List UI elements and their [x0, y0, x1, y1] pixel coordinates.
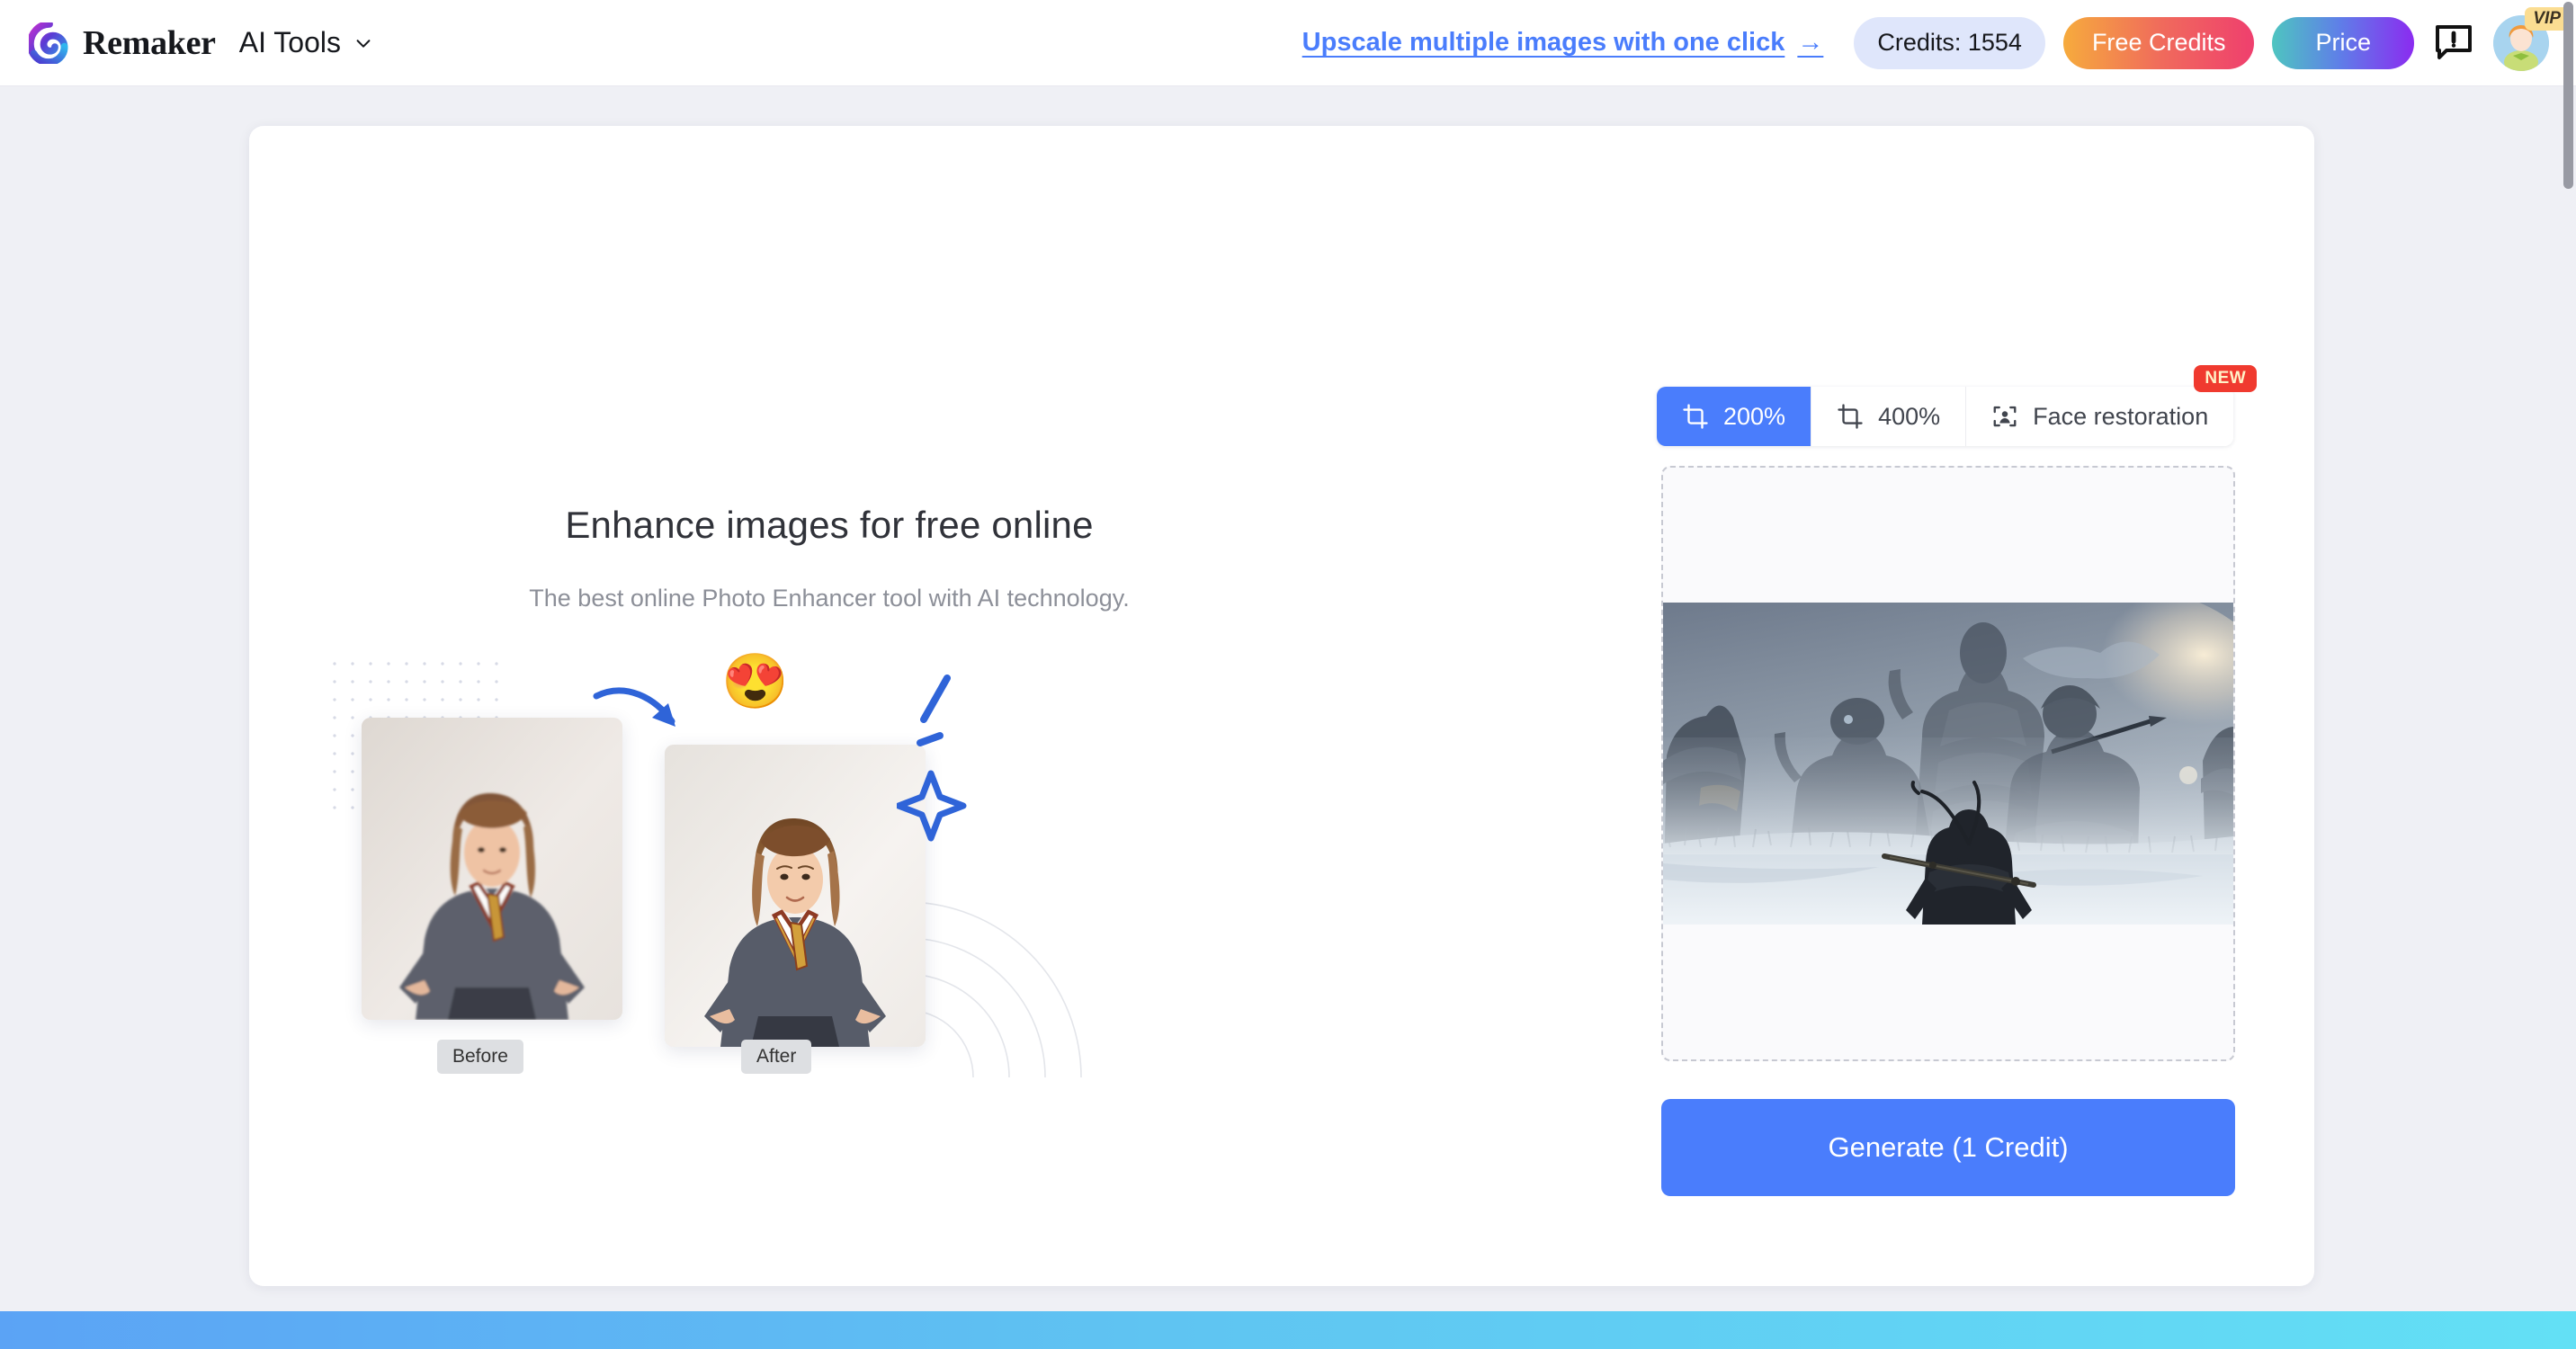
brand-name: Remaker [83, 23, 216, 62]
nav-ai-tools[interactable]: AI Tools [239, 26, 373, 59]
tab-400-label: 400% [1878, 402, 1941, 430]
page-title: Enhance images for free online [565, 504, 1094, 546]
promo-link-text: Upscale multiple images with one click [1301, 28, 1785, 57]
page-body: Enhance images for free online The best … [0, 86, 2576, 1349]
face-scan-icon [1991, 403, 2018, 430]
sparkle-icon [897, 674, 967, 842]
free-credits-label: Free Credits [2091, 29, 2226, 56]
page-scrollbar[interactable] [2562, 0, 2576, 1349]
new-badge: NEW [2194, 365, 2258, 392]
nav-ai-tools-label: AI Tools [238, 26, 341, 58]
brand[interactable]: Remaker [26, 20, 216, 66]
tab-400[interactable]: 400% [1811, 387, 1967, 446]
uploaded-image-preview [1663, 603, 2233, 925]
curved-arrow-icon [593, 687, 675, 727]
concentric-arcs-decoration-icon [906, 901, 1082, 1077]
tab-face-restoration-label: Face restoration [2033, 402, 2209, 430]
page-subtitle: The best online Photo Enhancer tool with… [529, 585, 1130, 612]
image-dropzone[interactable] [1661, 466, 2235, 1061]
after-label: After [741, 1040, 812, 1074]
promo-panel: Enhance images for free online The best … [276, 504, 1382, 1187]
bottom-gradient-strip [0, 1311, 2576, 1349]
tab-200-label: 200% [1723, 402, 1786, 430]
generate-button[interactable]: Generate (1 Credit) [1661, 1099, 2235, 1196]
generate-label: Generate (1 Credit) [1828, 1131, 2069, 1163]
price-button[interactable]: Price [2272, 16, 2414, 69]
crop-icon [1837, 403, 1864, 430]
upscale-mode-tabs: 200% 400% Face restoration NEW [1657, 365, 2258, 446]
after-photo [665, 745, 926, 1047]
arrow-right-icon: → [1797, 28, 1824, 57]
header-actions: Upscale multiple images with one click →… [1302, 6, 2569, 71]
free-credits-button[interactable]: Free Credits [2062, 16, 2255, 69]
tab-face-restoration[interactable]: Face restoration NEW [1966, 365, 2258, 446]
avatar[interactable]: VIP [2493, 6, 2569, 71]
before-photo [362, 718, 622, 1020]
upscale-multiple-promo-link[interactable]: Upscale multiple images with one click → [1302, 28, 1824, 58]
heart-eyes-emoji-icon: 😍 [721, 651, 789, 711]
scrollbar-thumb[interactable] [2563, 2, 2573, 189]
before-label: Before [437, 1040, 523, 1074]
remaker-swirl-logo-icon [26, 20, 70, 66]
after-photo-image [665, 745, 926, 1047]
app-header: Remaker AI Tools Upscale multiple images… [0, 0, 2576, 86]
crop-icon [1682, 403, 1709, 430]
chevron-down-icon [353, 33, 373, 53]
before-after-illustration: Before After 😍 [276, 655, 1382, 1158]
price-label: Price [2315, 29, 2371, 56]
main-card: Enhance images for free online The best … [249, 126, 2314, 1286]
tool-panel: 200% 400% Face restoration NEW Generate … [1373, 126, 2291, 1286]
before-photo-image [362, 718, 622, 1020]
credits-badge[interactable]: Credits: 1554 [1854, 16, 2045, 69]
feedback-exclamation-icon[interactable] [2432, 22, 2475, 65]
tab-200[interactable]: 200% [1657, 387, 1812, 446]
credits-label: Credits: 1554 [1877, 29, 2022, 56]
